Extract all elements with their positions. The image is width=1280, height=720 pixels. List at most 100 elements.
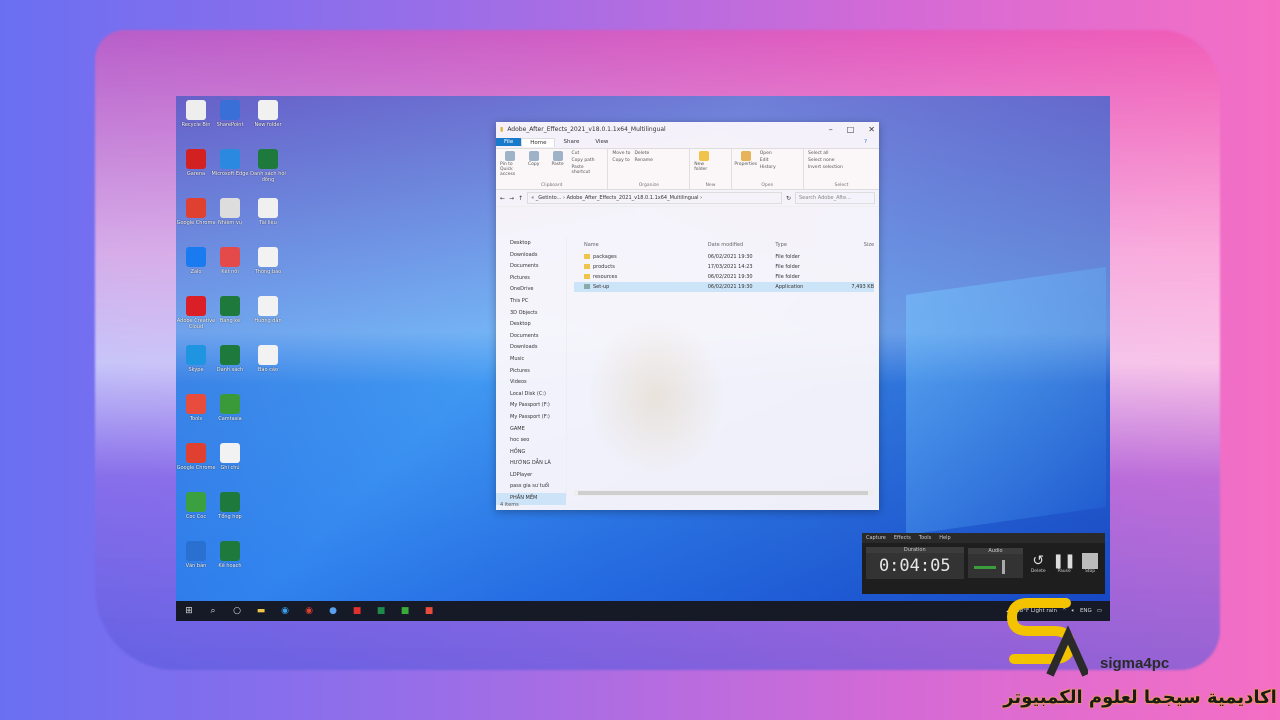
desktop-icon[interactable]: Nhiệm vụ (210, 198, 250, 226)
copy-button[interactable]: Copy (524, 151, 544, 187)
desktop-icon[interactable]: Tài liệu (248, 198, 288, 226)
menu-effects[interactable]: Effects (894, 535, 911, 541)
nav-item[interactable]: OneDrive (496, 284, 566, 296)
open-button[interactable]: Open (760, 151, 776, 156)
stop-recording-button[interactable]: Stop (1079, 552, 1101, 574)
close-button[interactable]: ✕ (868, 125, 875, 134)
horizontal-scrollbar[interactable] (574, 490, 874, 496)
column-name[interactable]: Name (574, 238, 708, 252)
nav-item[interactable]: Pictures (496, 273, 566, 285)
menu-capture[interactable]: Capture (866, 535, 886, 541)
excel-taskbar-icon[interactable]: ■ (372, 604, 390, 618)
desktop-icon[interactable]: Báo cáo (248, 345, 288, 373)
nav-item[interactable]: Music (496, 354, 566, 366)
properties-button[interactable]: Properties (734, 151, 757, 187)
tab-home[interactable]: Home (521, 137, 556, 147)
paste-button[interactable]: Paste (548, 151, 568, 187)
select-none-button[interactable]: Select none (808, 158, 843, 163)
desktop-icon[interactable]: Bảng kê (210, 296, 250, 324)
camtasia-taskbar-icon[interactable]: ■ (396, 604, 414, 618)
start-button[interactable]: ⊞ (180, 604, 198, 618)
nav-item[interactable]: LDPlayer (496, 470, 566, 482)
refresh-icon[interactable]: ↻ (786, 195, 791, 202)
desktop-icon[interactable]: Camtasia (210, 394, 250, 422)
delete-button[interactable]: Delete (634, 151, 652, 156)
menu-help[interactable]: Help (939, 535, 950, 541)
history-button[interactable]: History (760, 165, 776, 170)
file-row[interactable]: Set-up 06/02/2021 19:30 Application 7,493 K… (574, 282, 874, 292)
delete-recording-button[interactable]: ↺ Delete (1027, 553, 1049, 574)
pause-recording-button[interactable]: ❚❚ Pause (1052, 553, 1075, 574)
nav-item[interactable]: My Passport (F:) (496, 400, 566, 412)
recorder-taskbar-icon[interactable]: ■ (420, 604, 438, 618)
nav-item[interactable]: This PC (496, 296, 566, 308)
file-explorer-taskbar-icon[interactable]: ▬ (252, 604, 270, 618)
app-taskbar-icon[interactable]: ■ (348, 604, 366, 618)
move-to-button[interactable]: Move to (612, 151, 630, 156)
nav-item[interactable]: pass gia sư tuổi (496, 481, 566, 493)
clipboard-group-label: Clipboard (540, 183, 563, 188)
nav-item[interactable]: Downloads (496, 342, 566, 354)
audio-slider[interactable] (1001, 560, 1005, 574)
select-all-button[interactable]: Select all (808, 151, 843, 156)
search-icon[interactable]: ⌕ (204, 604, 222, 618)
nav-item[interactable]: Documents (496, 261, 566, 273)
column-size[interactable]: Size (835, 238, 874, 252)
search-input[interactable]: Search Adobe_Afte... (795, 192, 875, 204)
rename-button[interactable]: Rename (634, 158, 652, 163)
paste-shortcut-button[interactable]: Paste shortcut (571, 165, 603, 175)
nav-item[interactable]: My Passport (F:) (496, 412, 566, 424)
file-row[interactable]: resources 06/02/2021 19:30 File folder (574, 272, 874, 282)
tab-view[interactable]: View (587, 138, 616, 146)
desktop-icon[interactable]: Ghi chú (210, 443, 250, 471)
zalo-taskbar-icon[interactable]: ● (324, 604, 342, 618)
chrome-taskbar-icon[interactable]: ◉ (300, 604, 318, 618)
nav-item[interactable]: Videos (496, 377, 566, 389)
new-group-label: New (705, 183, 716, 188)
desktop-icon[interactable]: Hướng dẫn (248, 296, 288, 324)
file-row[interactable]: products 17/03/2021 14:23 File folder (574, 262, 874, 272)
edge-taskbar-icon[interactable]: ◉ (276, 604, 294, 618)
desktop-icon[interactable]: Kết nối (210, 247, 250, 275)
nav-item[interactable]: Desktop (496, 319, 566, 331)
nav-item[interactable]: hoc seo (496, 435, 566, 447)
nav-item[interactable]: HƯỚNG DẪN LÀ (496, 458, 566, 470)
invert-selection-button[interactable]: Invert selection (808, 165, 843, 170)
desktop-icon[interactable]: SharePoint (210, 100, 250, 128)
nav-item[interactable]: Documents (496, 331, 566, 343)
nav-item[interactable]: Pictures (496, 366, 566, 378)
column-date[interactable]: Date modified (708, 238, 776, 252)
task-view-icon[interactable]: ○ (228, 604, 246, 618)
up-arrow-icon[interactable]: ↑ (518, 195, 523, 202)
nav-item[interactable]: Downloads (496, 250, 566, 262)
tab-file[interactable]: File (496, 138, 522, 146)
desktop-icon[interactable]: Microsoft Edge (210, 149, 250, 177)
desktop-icon[interactable]: Danh sách (210, 345, 250, 373)
new-folder-button[interactable]: New folder (694, 151, 714, 187)
file-row[interactable]: packages 06/02/2021 19:30 File folder (574, 252, 874, 262)
nav-item[interactable]: GAME (496, 424, 566, 436)
forward-arrow-icon[interactable]: → (509, 195, 514, 202)
pin-quick-access-button[interactable]: Pin to Quick access (500, 151, 520, 187)
menu-tools[interactable]: Tools (919, 535, 931, 541)
help-icon[interactable]: ? (856, 138, 875, 146)
desktop-icon[interactable]: New folder (248, 100, 288, 128)
nav-item[interactable]: Local Disk (C:) (496, 389, 566, 401)
desktop-icon[interactable]: Thông báo (248, 247, 288, 275)
address-bar[interactable]: « _Getinto... › Adobe_After_Effects_2021… (527, 192, 782, 204)
nav-item[interactable]: 3D Objects (496, 308, 566, 320)
desktop-icon[interactable]: Danh sách hội đồng (248, 149, 288, 183)
desktop-icon[interactable]: Tổng hợp (210, 492, 250, 520)
maximize-button[interactable]: □ (847, 125, 855, 134)
nav-item[interactable]: HỒNG (496, 447, 566, 459)
cut-button[interactable]: Cut (571, 151, 603, 156)
minimize-button[interactable]: – (829, 125, 833, 134)
copy-to-button[interactable]: Copy to (612, 158, 630, 163)
column-type[interactable]: Type (775, 238, 835, 252)
tab-share[interactable]: Share (555, 138, 587, 146)
edit-button[interactable]: Edit (760, 158, 776, 163)
back-arrow-icon[interactable]: ← (500, 195, 505, 202)
copy-path-button[interactable]: Copy path (571, 158, 603, 163)
desktop-icon[interactable]: Kế hoạch (210, 541, 250, 569)
nav-item[interactable]: Desktop (496, 238, 566, 250)
